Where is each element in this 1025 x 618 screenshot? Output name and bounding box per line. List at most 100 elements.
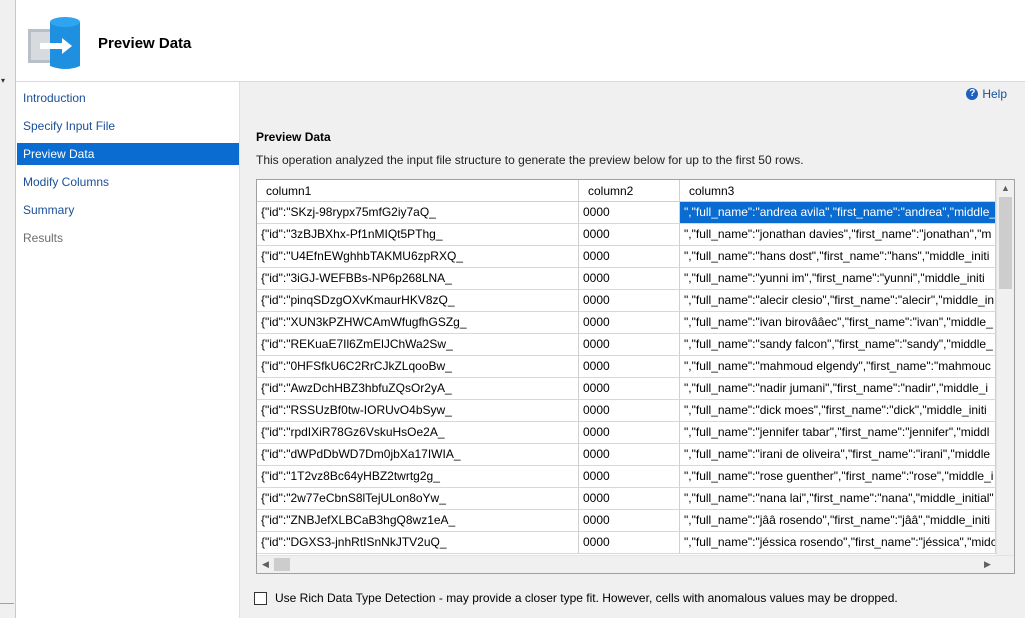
table-cell-column3[interactable]: ","full_name":"nadir jumani","first_name…	[680, 378, 996, 400]
table-cell-column2[interactable]: 0000	[579, 532, 680, 554]
table-cell-column1[interactable]: {"id":"dWPdDbWD7Dm0jbXa17IWIA_	[257, 444, 579, 466]
table-cell-column1[interactable]: {"id":"DGXS3-jnhRtISnNkJTV2uQ_	[257, 532, 579, 554]
nav-item-modify-columns[interactable]: Modify Columns	[17, 171, 239, 193]
wizard-nav: Introduction Specify Input File Preview Da…	[16, 82, 240, 618]
nav-item-summary[interactable]: Summary	[17, 199, 239, 221]
rich-detection-checkbox[interactable]	[254, 591, 267, 605]
table-cell-column3[interactable]: ","full_name":"hans dost","first_name":"…	[680, 246, 996, 268]
vertical-scroll-thumb[interactable]	[999, 197, 1012, 289]
help-icon: ?	[966, 88, 979, 100]
table-cell-column1[interactable]: {"id":"0HFSfkU6C2RrCJkZLqooBw_	[257, 356, 579, 378]
nav-item-preview-data[interactable]: Preview Data	[17, 143, 239, 165]
nav-item-introduction[interactable]: Introduction	[17, 87, 239, 109]
table-cell-column1[interactable]: {"id":"RSSUzBf0tw-IORUvO4bSyw_	[257, 400, 579, 422]
table-row[interactable]: {"id":"ZNBJefXLBCaB3hgQ8wz1eA_ 0000 ","ful…	[257, 510, 996, 532]
table-cell-column1[interactable]: {"id":"3zBJBXhx-Pf1nMIQt5PThg_	[257, 224, 579, 246]
table-cell-column3[interactable]: ","full_name":"jennifer tabar","first_na…	[680, 422, 996, 444]
table-cell-column2[interactable]: 0000	[579, 290, 680, 312]
table-cell-column2[interactable]: 0000	[579, 400, 680, 422]
table-row[interactable]: {"id":"AwzDchHBZ3hbfuZQsOr2yA_ 0000 ","ful…	[257, 378, 996, 400]
main-panel: ? Help Preview Data This operation analy…	[240, 82, 1025, 618]
section-description: This operation analyzed the input file s…	[256, 153, 804, 167]
left-edge-strip: ▾	[0, 0, 16, 618]
grid-body: {"id":"SKzj-98rypx75mfG2iy7aQ_ 0000 ","ful…	[257, 202, 996, 554]
table-row[interactable]: {"id":"rpdIXiR78Gz6VskuHsOe2A_ 0000 ","ful…	[257, 422, 996, 444]
scrollbar-corner	[997, 556, 1014, 573]
wizard-header: Preview Data	[16, 0, 1025, 82]
grid-header-row: column1 column2 column3	[257, 180, 996, 202]
table-cell-column2[interactable]: 0000	[579, 224, 680, 246]
table-cell-column1[interactable]: {"id":"ZNBJefXLBCaB3hgQ8wz1eA_	[257, 510, 579, 532]
table-row[interactable]: {"id":"2w77eCbnS8lTejULon8oYw_ 0000 ","ful…	[257, 488, 996, 510]
nav-item-results: Results	[23, 231, 64, 245]
database-import-icon	[28, 17, 80, 69]
horizontal-scroll-thumb[interactable]	[274, 558, 290, 571]
horizontal-scrollbar[interactable]: ◀ ▶	[257, 555, 1014, 573]
rich-detection-option[interactable]: Use Rich Data Type Detection - may provi…	[254, 591, 898, 605]
table-row[interactable]: {"id":"RSSUzBf0tw-IORUvO4bSyw_ 0000 ","ful…	[257, 400, 996, 422]
table-cell-column2[interactable]: 0000	[579, 334, 680, 356]
help-link[interactable]: ? Help	[966, 87, 1007, 101]
table-cell-column3[interactable]: ","full_name":"sandy falcon","first_name…	[680, 334, 996, 356]
table-cell-column1[interactable]: {"id":"2w77eCbnS8lTejULon8oYw_	[257, 488, 579, 510]
table-cell-column2[interactable]: 0000	[579, 378, 680, 400]
column-header-2[interactable]: column2	[579, 180, 680, 202]
table-cell-column1[interactable]: {"id":"XUN3kPZHWCAmWfugfhGSZg_	[257, 312, 579, 334]
table-cell-column2[interactable]: 0000	[579, 246, 680, 268]
table-cell-column3[interactable]: ","full_name":"alecir clesio","first_nam…	[680, 290, 996, 312]
table-row[interactable]: {"id":"3zBJBXhx-Pf1nMIQt5PThg_ 0000 ","ful…	[257, 224, 996, 246]
table-cell-column2[interactable]: 0000	[579, 466, 680, 488]
page-title: Preview Data	[98, 35, 192, 52]
table-cell-column2[interactable]: 0000	[579, 422, 680, 444]
table-row[interactable]: {"id":"1T2vz8Bc64yHBZ2twrtg2g_ 0000 ","ful…	[257, 466, 996, 488]
table-cell-column1[interactable]: {"id":"rpdIXiR78Gz6VskuHsOe2A_	[257, 422, 579, 444]
table-cell-column1[interactable]: {"id":"REKuaE7Il6ZmElJChWa2Sw_	[257, 334, 579, 356]
scroll-up-icon[interactable]: ▲	[997, 180, 1014, 197]
table-cell-column2[interactable]: 0000	[579, 488, 680, 510]
table-cell-column3[interactable]: ","full_name":"ivan birovââec","first_na…	[680, 312, 996, 334]
table-row[interactable]: {"id":"dWPdDbWD7Dm0jbXa17IWIA_ 0000 ","ful…	[257, 444, 996, 466]
table-cell-column3[interactable]: ","full_name":"andrea avila","first_name…	[680, 202, 996, 224]
column-header-1[interactable]: column1	[257, 180, 579, 202]
table-cell-column1[interactable]: {"id":"pinqSDzgOXvKmaurHKV8zQ_	[257, 290, 579, 312]
table-cell-column2[interactable]: 0000	[579, 356, 680, 378]
table-row[interactable]: {"id":"SKzj-98rypx75mfG2iy7aQ_ 0000 ","ful…	[257, 202, 996, 224]
table-cell-column3[interactable]: ","full_name":"jonathan davies","first_n…	[680, 224, 996, 246]
table-cell-column2[interactable]: 0000	[579, 444, 680, 466]
rich-detection-label: Use Rich Data Type Detection - may provi…	[275, 591, 898, 605]
column-header-3[interactable]: column3	[680, 180, 996, 202]
table-cell-column2[interactable]: 0000	[579, 510, 680, 532]
table-cell-column1[interactable]: {"id":"3iGJ-WEFBBs-NP6p268LNA_	[257, 268, 579, 290]
table-cell-column3[interactable]: ","full_name":"mahmoud elgendy","first_n…	[680, 356, 996, 378]
preview-grid[interactable]: column1 column2 column3 {"id":"SKzj-98ry…	[256, 179, 1015, 574]
table-cell-column3[interactable]: ","full_name":"yunni im","first_name":"y…	[680, 268, 996, 290]
table-row[interactable]: {"id":"3iGJ-WEFBBs-NP6p268LNA_ 0000 ","ful…	[257, 268, 996, 290]
table-cell-column2[interactable]: 0000	[579, 268, 680, 290]
table-row[interactable]: {"id":"DGXS3-jnhRtISnNkJTV2uQ_ 0000 ","ful…	[257, 532, 996, 554]
dropdown-arrow-icon: ▾	[1, 76, 6, 85]
section-title: Preview Data	[256, 130, 331, 144]
table-cell-column1[interactable]: {"id":"1T2vz8Bc64yHBZ2twrtg2g_	[257, 466, 579, 488]
help-label: Help	[982, 87, 1007, 101]
scroll-right-icon[interactable]: ▶	[979, 556, 996, 573]
table-cell-column3[interactable]: ","full_name":"jââ rosendo","first_name"…	[680, 510, 996, 532]
table-cell-column3[interactable]: ","full_name":"rose guenther","first_nam…	[680, 466, 996, 488]
scroll-left-icon[interactable]: ◀	[257, 556, 274, 573]
nav-item-specify-input-file[interactable]: Specify Input File	[17, 115, 239, 137]
table-row[interactable]: {"id":"0HFSfkU6C2RrCJkZLqooBw_ 0000 ","ful…	[257, 356, 996, 378]
table-row[interactable]: {"id":"pinqSDzgOXvKmaurHKV8zQ_ 0000 ","ful…	[257, 290, 996, 312]
table-cell-column1[interactable]: {"id":"SKzj-98rypx75mfG2iy7aQ_	[257, 202, 579, 224]
table-cell-column2[interactable]: 0000	[579, 202, 680, 224]
table-row[interactable]: {"id":"U4EfnEWghhbTAKMU6zpRXQ_ 0000 ","ful…	[257, 246, 996, 268]
table-cell-column3[interactable]: ","full_name":"nana lai","first_name":"n…	[680, 488, 996, 510]
table-cell-column3[interactable]: ","full_name":"irani de oliveira","first…	[680, 444, 996, 466]
table-cell-column3[interactable]: ","full_name":"dick moes","first_name":"…	[680, 400, 996, 422]
table-cell-column1[interactable]: {"id":"U4EfnEWghhbTAKMU6zpRXQ_	[257, 246, 579, 268]
table-cell-column1[interactable]: {"id":"AwzDchHBZ3hbfuZQsOr2yA_	[257, 378, 579, 400]
vertical-scrollbar[interactable]: ▲	[996, 180, 1014, 555]
table-cell-column2[interactable]: 0000	[579, 312, 680, 334]
table-row[interactable]: {"id":"REKuaE7Il6ZmElJChWa2Sw_ 0000 ","ful…	[257, 334, 996, 356]
strip-divider	[0, 603, 14, 604]
table-cell-column3[interactable]: ","full_name":"jéssica rosendo","first_n…	[680, 532, 996, 554]
table-row[interactable]: {"id":"XUN3kPZHWCAmWfugfhGSZg_ 0000 ","ful…	[257, 312, 996, 334]
